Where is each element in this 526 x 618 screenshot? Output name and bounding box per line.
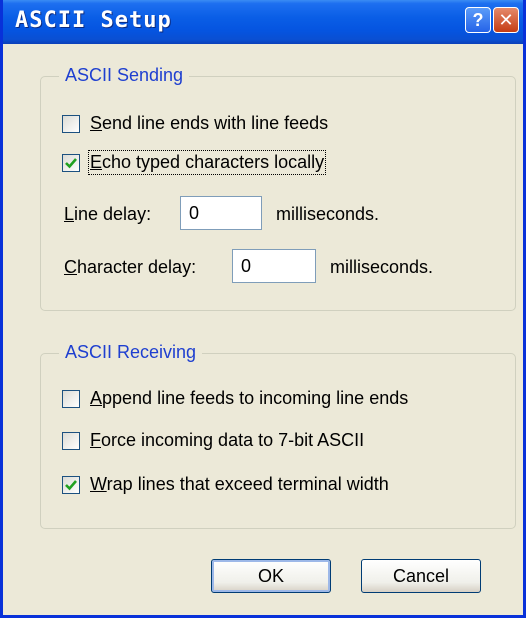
ascii-sending-legend: ASCII Sending xyxy=(59,65,190,86)
ascii-receiving-legend: ASCII Receiving xyxy=(59,342,203,363)
checkmark-icon xyxy=(65,157,77,168)
cancel-button[interactable]: Cancel xyxy=(361,559,481,593)
title-bar[interactable]: ASCII Setup ? ✕ xyxy=(3,0,523,44)
close-icon: ✕ xyxy=(498,10,514,30)
close-button[interactable]: ✕ xyxy=(493,7,519,33)
wrap-lines-label: Wrap lines that exceed terminal width xyxy=(90,474,389,494)
window-title: ASCII Setup xyxy=(15,8,172,33)
force-7bit-checkbox[interactable] xyxy=(62,431,80,450)
echo-typed-label: Echo typed characters locally xyxy=(87,150,327,175)
force-7bit-label: Force incoming data to 7-bit ASCII xyxy=(90,430,365,450)
ascii-setup-dialog: ASCII Setup ? ✕ ASCII Sending Send line … xyxy=(0,0,526,618)
line-delay-input[interactable]: 0 xyxy=(180,196,262,230)
ok-button[interactable]: OK xyxy=(211,559,331,593)
send-line-ends-option[interactable]: Send line ends with line feeds xyxy=(62,113,328,134)
wrap-lines-checkbox[interactable] xyxy=(62,475,80,494)
append-line-feeds-label: Append line feeds to incoming line ends xyxy=(90,388,409,408)
character-delay-label: Character delay: xyxy=(64,257,197,277)
append-line-feeds-option[interactable]: Append line feeds to incoming line ends xyxy=(62,388,408,409)
send-line-ends-label: Send line ends with line feeds xyxy=(90,113,329,133)
force-7bit-option[interactable]: Force incoming data to 7-bit ASCII xyxy=(62,430,364,451)
append-line-feeds-checkbox[interactable] xyxy=(62,389,80,408)
send-line-ends-checkbox[interactable] xyxy=(62,114,80,133)
help-icon: ? xyxy=(472,10,484,30)
echo-typed-option[interactable]: Echo typed characters locally xyxy=(62,150,327,175)
line-delay-unit: milliseconds. xyxy=(276,204,380,224)
line-delay-label: Line delay: xyxy=(64,204,152,224)
checkmark-icon xyxy=(65,479,77,490)
help-button[interactable]: ? xyxy=(465,7,491,33)
echo-typed-checkbox[interactable] xyxy=(62,153,80,172)
wrap-lines-option[interactable]: Wrap lines that exceed terminal width xyxy=(62,474,389,495)
character-delay-unit: milliseconds. xyxy=(330,257,434,277)
character-delay-input[interactable]: 0 xyxy=(232,249,316,283)
